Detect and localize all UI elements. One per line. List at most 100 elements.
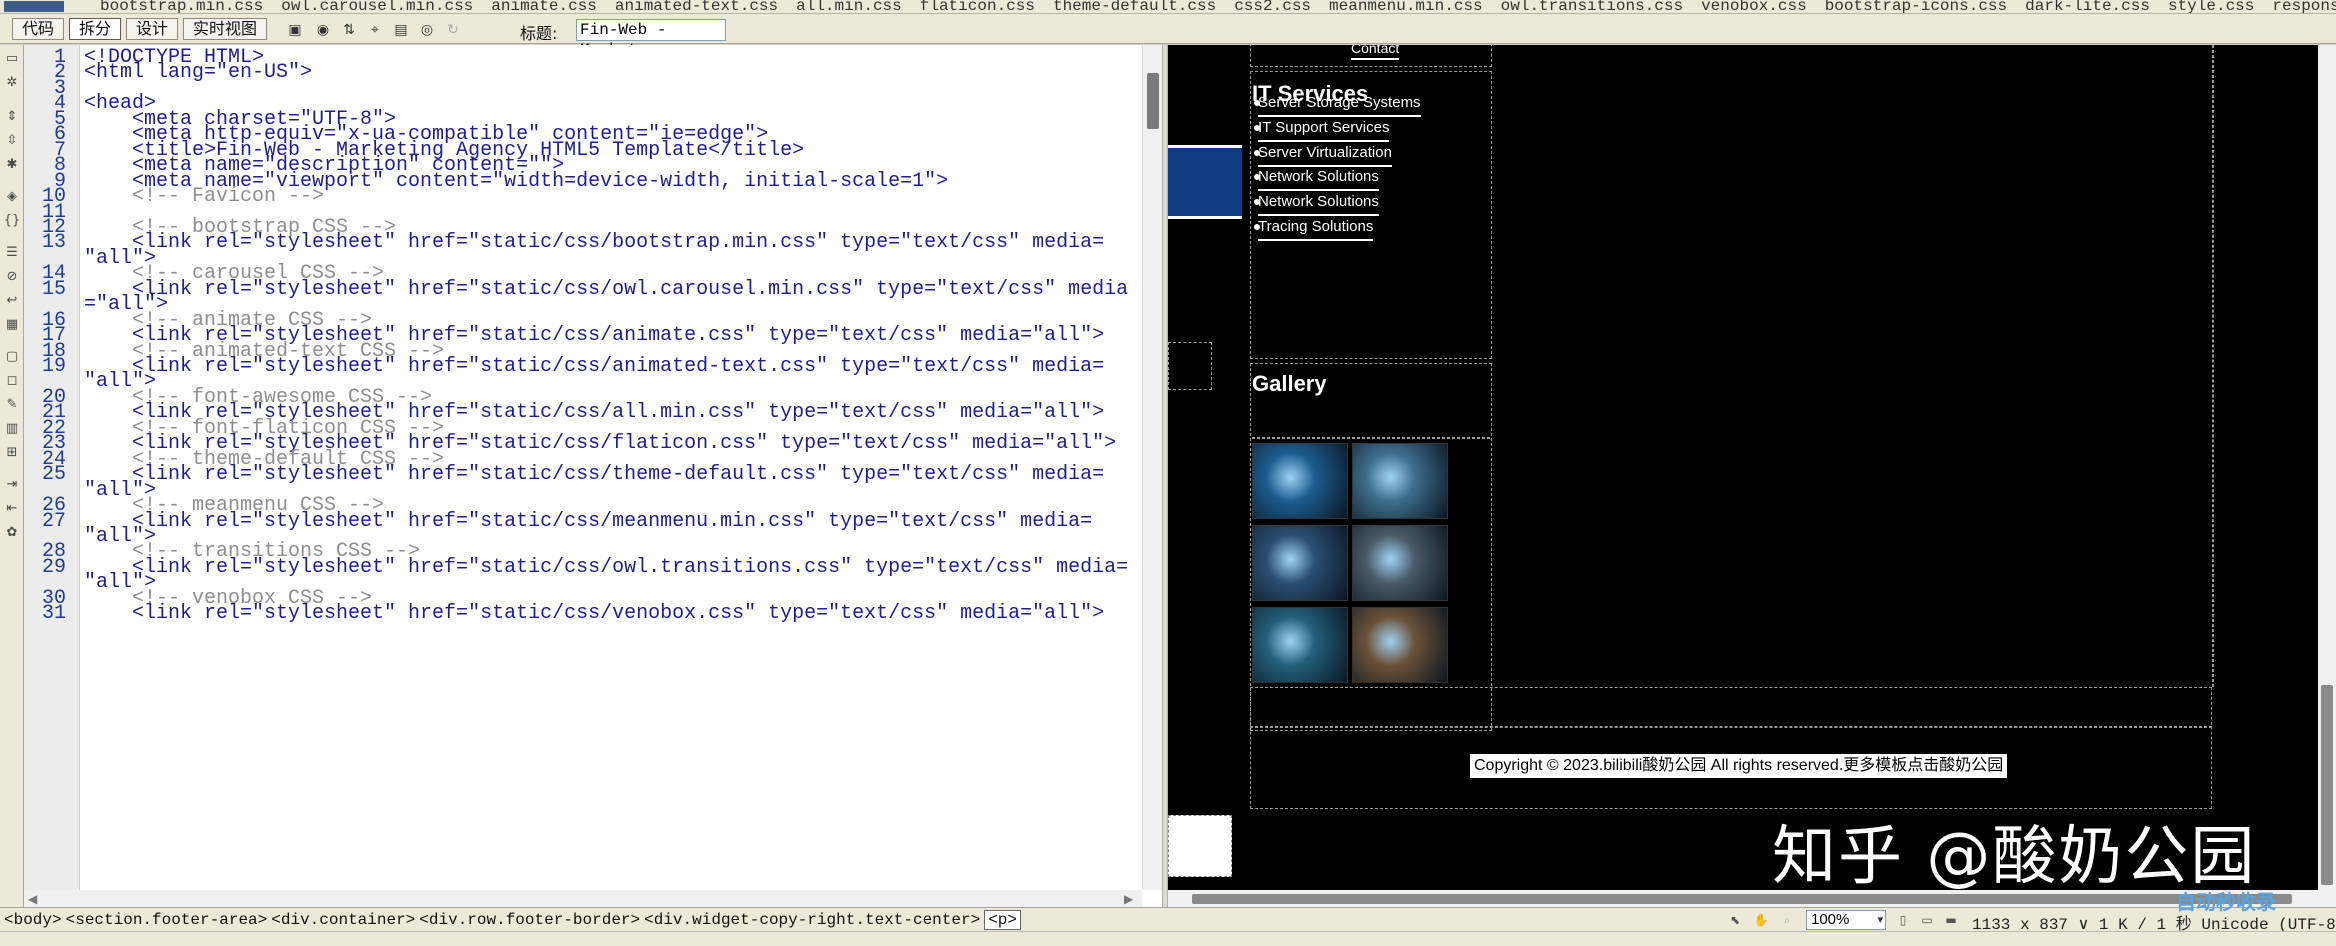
placeholder-box <box>1168 342 1212 390</box>
code-vertical-scrollbar[interactable] <box>1142 45 1162 890</box>
zoom-tool-icon[interactable]: ⌕ <box>1778 912 1796 928</box>
related-file-tab[interactable]: flaticon.css <box>920 0 1035 13</box>
related-file-tab[interactable]: css2.css <box>1234 0 1311 13</box>
code-line[interactable]: <html lang="en-US"> <box>84 61 312 84</box>
tag-selector[interactable]: <body> <section.footer-area> <div.containe… <box>4 910 1025 930</box>
code-line[interactable]: <link rel="stylesheet" href="static/css/… <box>84 231 1104 254</box>
code-line[interactable]: <!-- Favicon --> <box>84 185 324 208</box>
related-files-list: bootstrap.min.css owl.carousel.min.css ani… <box>100 0 2336 13</box>
related-file-tab[interactable]: all.min.css <box>796 0 902 13</box>
outdent-code-icon[interactable]: ⇤ <box>3 501 21 517</box>
gallery-image[interactable] <box>1352 607 1448 683</box>
mobile-size-icon[interactable]: ▯ <box>1894 912 1912 928</box>
gallery-image[interactable] <box>1252 443 1348 519</box>
design-vertical-scrollbar[interactable] <box>2318 45 2336 907</box>
service-link[interactable]: Network Solutions <box>1258 193 1379 217</box>
multiscreen-icon[interactable]: ▣ <box>286 22 304 38</box>
zoom-select[interactable]: 100% ▾ <box>1806 910 1886 930</box>
gallery-image[interactable] <box>1352 525 1448 601</box>
inspect-icon[interactable]: ⌖ <box>366 22 384 38</box>
design-horizontal-scrollbar[interactable] <box>1168 890 2318 907</box>
coding-toolbar: ▭ ✲ ⇕ ⇳ ✱ ◈ {} ☰ ⊘ ↩ ▦ ▢ ◻ ✎ ▥ ⊞ ⇥ ⇤ ✿ <box>0 45 24 907</box>
check-page-icon[interactable]: ◎ <box>418 22 436 38</box>
copyright-text[interactable]: Copyright © 2023.bilibili酸奶公园 All rights… <box>1470 754 2008 778</box>
footer-area <box>1250 687 2212 809</box>
service-link[interactable]: Server Storage Systems <box>1258 94 1421 117</box>
syntax-coloring-icon[interactable]: ▦ <box>3 317 21 333</box>
format-source-icon[interactable]: ✿ <box>3 525 21 541</box>
line-numbers-icon[interactable]: ☰ <box>3 245 21 261</box>
tag-path-item[interactable]: <section.footer-area> <box>66 911 268 929</box>
code-view-button[interactable]: 代码 <box>12 18 65 40</box>
highlight-invalid-code-icon[interactable]: ⊘ <box>3 269 21 285</box>
recent-snippets-icon[interactable]: ▥ <box>3 421 21 437</box>
move-css-icon[interactable]: ⊞ <box>3 445 21 461</box>
code-line[interactable]: <link rel="stylesheet" href="static/css/… <box>84 510 1092 533</box>
collapse-tag-icon[interactable]: ⇕ <box>3 109 21 125</box>
title-input[interactable]: Fin-Web - Market <box>576 19 726 59</box>
expand-all-icon[interactable]: ✱ <box>3 157 21 173</box>
live-view-button[interactable]: 实时视图 <box>183 18 268 40</box>
related-file-tab[interactable]: animated-text.css <box>615 0 778 13</box>
gallery-image[interactable] <box>1252 607 1348 683</box>
related-file-tab[interactable]: bootstrap.min.css <box>100 0 263 13</box>
tablet-size-icon[interactable]: ▭ <box>1918 912 1936 928</box>
related-file-tab[interactable]: venobox.css <box>1701 0 1807 13</box>
show-code-navigator-icon[interactable]: ✲ <box>3 75 21 91</box>
white-box <box>1168 815 1232 877</box>
related-file-tab[interactable]: responsive.css <box>2272 0 2336 13</box>
code-line[interactable]: <link rel="stylesheet" href="static/css/… <box>84 278 1128 301</box>
refresh-icon[interactable]: ↻ <box>444 22 462 38</box>
gallery-image[interactable] <box>1252 525 1348 601</box>
contact-link[interactable]: Contact <box>1351 45 1400 60</box>
open-documents-icon[interactable]: ▭ <box>3 51 21 67</box>
watermark-text: 知乎 @酸奶公园 <box>1772 820 2257 890</box>
design-view-button[interactable]: 设计 <box>126 18 179 40</box>
design-view[interactable]: Contact IT Services Server Storage Syste… <box>1168 45 2318 890</box>
hand-tool-icon[interactable]: ✋ <box>1752 912 1770 928</box>
remove-comment-icon[interactable]: ◻ <box>3 373 21 389</box>
select-tool-icon[interactable]: ⬉ <box>1726 912 1744 928</box>
service-link[interactable]: Tracing Solutions <box>1258 218 1374 241</box>
code-line[interactable]: <link rel="stylesheet" href="static/css/… <box>84 556 1128 579</box>
balance-braces-icon[interactable]: {} <box>3 213 21 229</box>
code-line[interactable]: <link rel="stylesheet" href="static/css/… <box>84 355 1104 378</box>
related-file-tab[interactable]: meanmenu.min.css <box>1329 0 1483 13</box>
gallery-image[interactable] <box>1352 443 1448 519</box>
scroll-left-icon[interactable]: ◀ <box>28 892 37 906</box>
service-link[interactable]: Server Virtualization <box>1258 144 1392 167</box>
code-horizontal-scrollbar[interactable]: ◀ ▶ <box>24 890 1142 907</box>
tag-path-item[interactable]: <div.container> <box>271 911 415 929</box>
code-line[interactable]: <link rel="stylesheet" href="static/css/… <box>84 602 1104 625</box>
related-file-tab[interactable]: owl.carousel.min.css <box>281 0 473 13</box>
desktop-size-icon[interactable]: ▬ <box>1942 912 1960 928</box>
file-management-icon[interactable]: ⇅ <box>340 22 358 38</box>
code-scroll-thumb[interactable] <box>1147 73 1159 129</box>
tag-path-item[interactable]: <div.row.footer-border> <box>419 911 640 929</box>
design-scroll-thumb[interactable] <box>2321 685 2333 885</box>
service-link[interactable]: IT Support Services <box>1258 119 1390 142</box>
related-file-tab[interactable]: dark-lite.css <box>2025 0 2150 13</box>
apply-comment-icon[interactable]: ▢ <box>3 349 21 365</box>
visual-aids-icon[interactable]: ▤ <box>392 22 410 38</box>
preview-icon[interactable]: ◉ <box>314 22 332 38</box>
select-parent-tag-icon[interactable]: ◈ <box>3 189 21 205</box>
tag-path-item[interactable]: <body> <box>4 911 62 929</box>
related-file-tab[interactable]: style.css <box>2168 0 2254 13</box>
related-file-tab[interactable]: animate.css <box>491 0 597 13</box>
design-hscroll-thumb[interactable] <box>1192 894 2292 904</box>
word-wrap-icon[interactable]: ↩ <box>3 293 21 309</box>
code-view[interactable]: 1 2 3 4 5 6 7 8 9 10 11 12 13 14 15 16 17 18 19 20 21 22 23 24 2… <box>24 45 1162 907</box>
split-view-button[interactable]: 拆分 <box>69 18 122 40</box>
related-file-tab[interactable]: bootstrap-icons.css <box>1825 0 2007 13</box>
tag-path-item[interactable]: <div.widget-copy-right.text-center> <box>644 911 980 929</box>
scroll-right-icon[interactable]: ▶ <box>1124 892 1133 906</box>
indent-code-icon[interactable]: ⇥ <box>3 477 21 493</box>
related-file-tab[interactable]: theme-default.css <box>1053 0 1216 13</box>
wrap-tag-icon[interactable]: ✎ <box>3 397 21 413</box>
tag-path-item[interactable]: <p> <box>984 910 1021 930</box>
collapse-selection-icon[interactable]: ⇳ <box>3 133 21 149</box>
service-link[interactable]: Network Solutions <box>1258 168 1379 192</box>
code-line[interactable]: <link rel="stylesheet" href="static/css/… <box>84 463 1104 486</box>
related-file-tab[interactable]: owl.transitions.css <box>1501 0 1683 13</box>
